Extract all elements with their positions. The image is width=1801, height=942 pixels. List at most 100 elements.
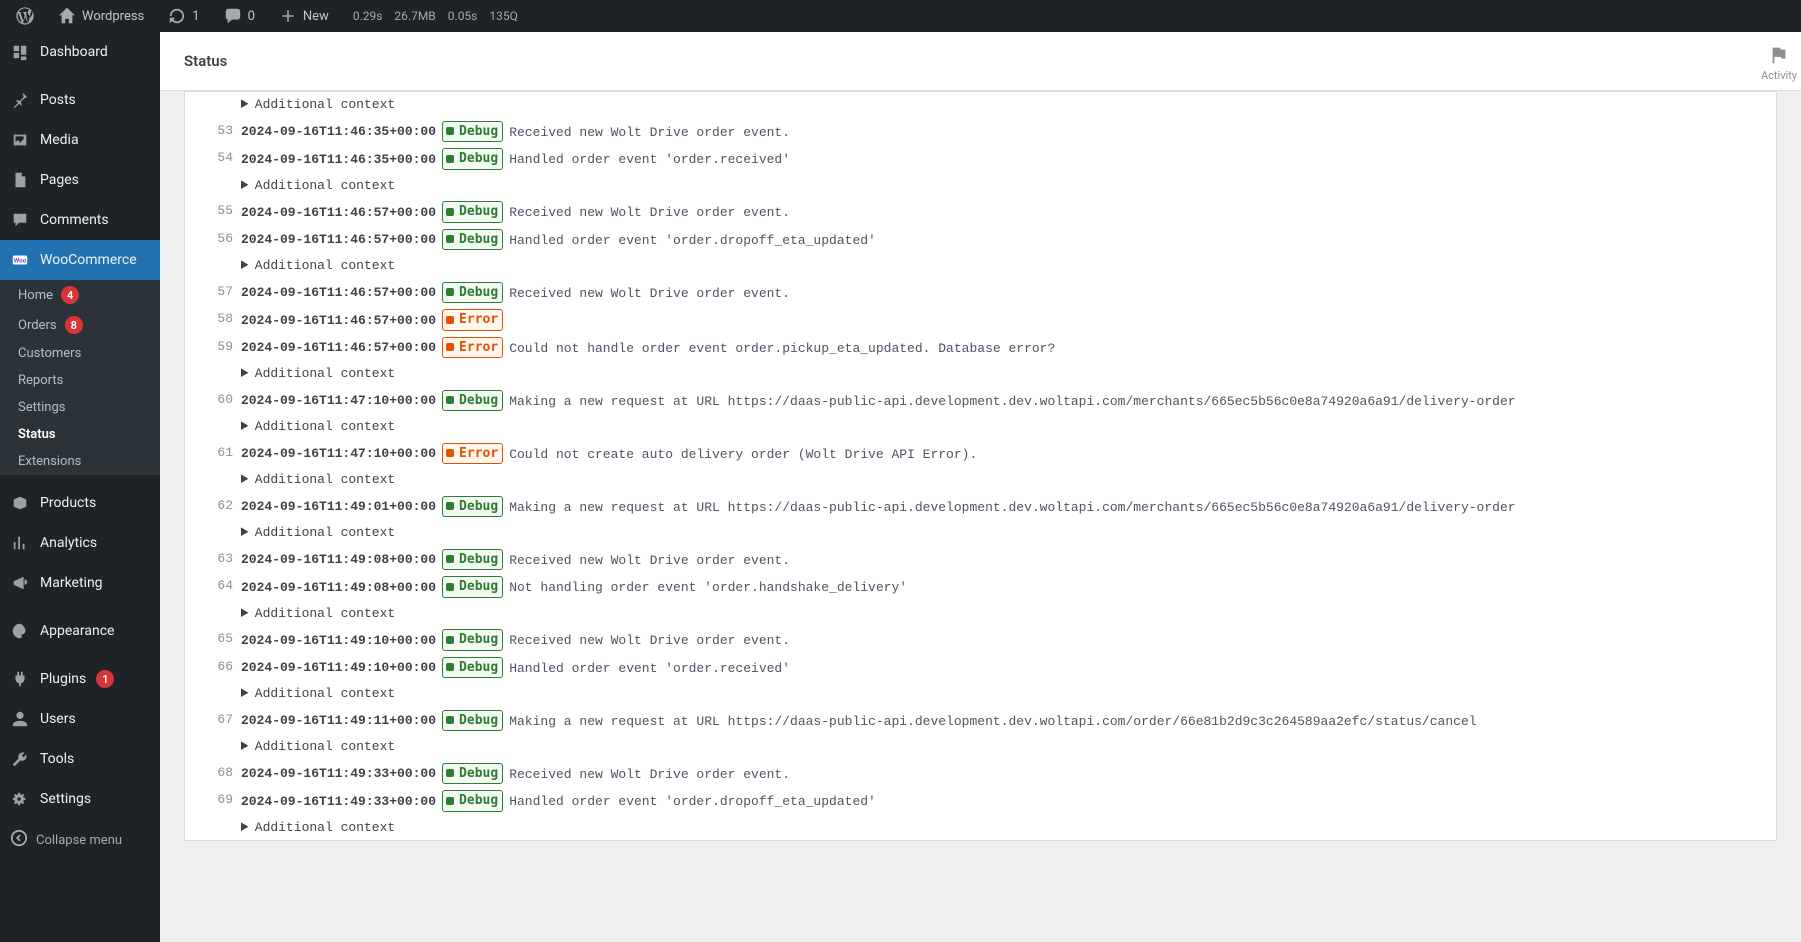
wordpress-icon — [16, 7, 34, 25]
log-row: 682024-09-16T11:49:33+00:00DebugReceived… — [185, 760, 1776, 788]
dashboard-icon — [10, 42, 30, 62]
sidebar-item-dashboard[interactable]: Dashboard — [0, 32, 160, 72]
sidebar-item-plugins[interactable]: Plugins1 — [0, 659, 160, 699]
submenu-item-orders[interactable]: Orders8 — [0, 310, 160, 340]
log-timestamp: 2024-09-16T11:47:10+00:00 — [241, 393, 436, 408]
log-message: Could not create auto delivery order (Wo… — [509, 446, 977, 461]
additional-context-toggle[interactable]: Additional context — [241, 176, 1768, 196]
log-message: Making a new request at URL https://daas… — [509, 393, 1515, 408]
log-line-number: 65 — [193, 629, 233, 649]
additional-context-toggle[interactable]: Additional context — [241, 523, 1768, 543]
collapse-menu[interactable]: Collapse menu — [0, 819, 160, 861]
log-viewer: Additional context 532024-09-16T11:46:35+… — [184, 91, 1777, 841]
submenu-item-customers[interactable]: Customers — [0, 340, 160, 367]
metric-q: 135Q — [489, 9, 518, 23]
log-additional-context[interactable]: Additional context — [185, 815, 1776, 841]
additional-context-toggle[interactable]: Additional context — [241, 364, 1768, 384]
submenu-label: Home — [18, 288, 53, 303]
count-badge: 8 — [65, 316, 83, 334]
log-additional-context[interactable]: Additional context — [185, 253, 1776, 279]
updates-count: 1 — [192, 9, 199, 24]
additional-context-toggle[interactable]: Additional context — [241, 604, 1768, 624]
additional-context-toggle[interactable]: Additional context — [241, 737, 1768, 757]
sidebar-item-pages[interactable]: Pages — [0, 160, 160, 200]
log-row: 602024-09-16T11:47:10+00:00DebugMaking a… — [185, 387, 1776, 415]
sidebar-item-settings[interactable]: Settings — [0, 779, 160, 819]
sidebar-item-label: Marketing — [40, 575, 103, 591]
sidebar-item-analytics[interactable]: Analytics — [0, 523, 160, 563]
log-line-number: 59 — [193, 337, 233, 357]
log-message: Received new Wolt Drive order event. — [509, 285, 790, 300]
site-home[interactable]: Wordpress — [50, 0, 152, 32]
sidebar-item-appearance[interactable]: Appearance — [0, 611, 160, 651]
log-line-number: 53 — [193, 121, 233, 141]
log-line-number: 66 — [193, 657, 233, 677]
sidebar-item-label: Products — [40, 495, 96, 511]
log-additional-context[interactable]: Additional context — [185, 173, 1776, 199]
log-line-number: 62 — [193, 496, 233, 516]
log-row: 692024-09-16T11:49:33+00:00DebugHandled … — [185, 787, 1776, 815]
log-additional-context[interactable]: Additional context — [185, 681, 1776, 707]
sidebar-item-media[interactable]: Media — [0, 120, 160, 160]
log-row: 532024-09-16T11:46:35+00:00DebugReceived… — [185, 118, 1776, 146]
additional-context-toggle[interactable]: Additional context — [241, 818, 1768, 838]
log-line-number: 69 — [193, 790, 233, 810]
sidebar-item-label: Posts — [40, 92, 76, 108]
log-additional-context[interactable]: Additional context — [185, 361, 1776, 387]
sidebar-item-posts[interactable]: Posts — [0, 80, 160, 120]
log-additional-context[interactable]: Additional context — [185, 467, 1776, 493]
log-line-number: 58 — [193, 309, 233, 329]
analytics-icon — [10, 533, 30, 553]
submenu-item-reports[interactable]: Reports — [0, 367, 160, 394]
sidebar-item-woocommerce[interactable]: WooWooCommerce — [0, 240, 160, 280]
metric-time: 0.29s — [353, 9, 383, 23]
additional-context-toggle[interactable]: Additional context — [241, 95, 1768, 115]
pin-icon — [10, 90, 30, 110]
new-content[interactable]: New — [271, 0, 337, 32]
sidebar-item-comments[interactable]: Comments — [0, 200, 160, 240]
log-level-badge: Debug — [442, 549, 503, 571]
sidebar-item-products[interactable]: Products — [0, 483, 160, 523]
log-timestamp: 2024-09-16T11:46:57+00:00 — [241, 205, 436, 220]
log-line-number: 68 — [193, 763, 233, 783]
log-additional-context[interactable]: Additional context — [185, 520, 1776, 546]
log-row: 58 2024-09-16T11:46:57+00:00 Error — [185, 306, 1776, 334]
log-additional-context[interactable]: Additional context — [185, 734, 1776, 760]
sidebar-item-users[interactable]: Users — [0, 699, 160, 739]
log-message: Received new Wolt Drive order event. — [509, 766, 790, 781]
submenu-item-home[interactable]: Home4 — [0, 280, 160, 310]
log-row: 572024-09-16T11:46:57+00:00DebugReceived… — [185, 279, 1776, 307]
wp-logo[interactable] — [8, 0, 42, 32]
additional-context-toggle[interactable]: Additional context — [241, 417, 1768, 437]
log-additional-context[interactable]: Additional context — [185, 601, 1776, 627]
sidebar-item-marketing[interactable]: Marketing — [0, 563, 160, 603]
log-message: Received new Wolt Drive order event. — [509, 552, 790, 567]
sidebar-item-label: Appearance — [40, 623, 114, 639]
log-timestamp: 2024-09-16T11:46:57+00:00 — [241, 313, 436, 328]
sidebar-item-label: Tools — [40, 751, 74, 767]
additional-context-toggle[interactable]: Additional context — [241, 684, 1768, 704]
submenu-item-extensions[interactable]: Extensions — [0, 448, 160, 475]
additional-context-toggle[interactable]: Additional context — [241, 470, 1768, 490]
submenu-label: Extensions — [18, 454, 81, 469]
log-line-number: 61 — [193, 443, 233, 463]
log-line-number: 57 — [193, 282, 233, 302]
submenu-item-settings[interactable]: Settings — [0, 394, 160, 421]
comments-link[interactable]: 0 — [216, 0, 263, 32]
log-message: Received new Wolt Drive order event. — [509, 205, 790, 220]
updates-link[interactable]: 1 — [160, 0, 207, 32]
additional-context-toggle[interactable]: Additional context — [241, 256, 1768, 276]
sidebar-item-label: Dashboard — [40, 44, 108, 60]
submenu-item-status[interactable]: Status — [0, 421, 160, 448]
log-level-badge: Error — [442, 309, 503, 331]
log-level-badge: Debug — [442, 576, 503, 598]
plus-icon — [279, 7, 297, 25]
sidebar-item-tools[interactable]: Tools — [0, 739, 160, 779]
sidebar-item-label: Pages — [40, 172, 79, 188]
plugins-icon — [10, 669, 30, 689]
activity-button[interactable]: Activity — [1761, 44, 1797, 82]
debug-metrics: 0.29s 26.7MB 0.05s 135Q — [353, 9, 518, 23]
log-additional-context[interactable]: Additional context — [185, 414, 1776, 440]
log-additional-context[interactable]: Additional context — [185, 92, 1776, 118]
users-icon — [10, 709, 30, 729]
